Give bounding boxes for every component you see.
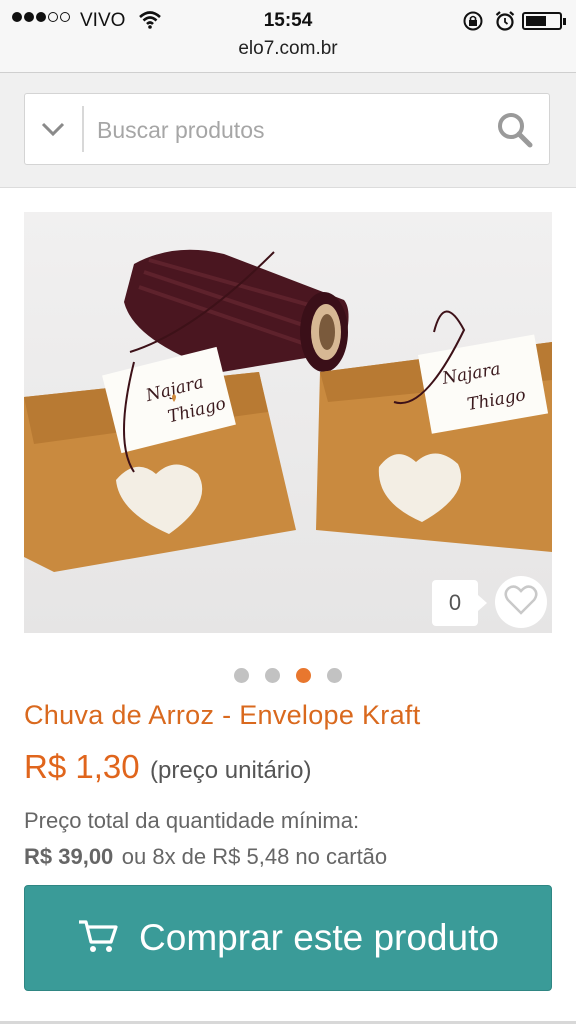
search-divider bbox=[82, 106, 84, 152]
cart-icon bbox=[77, 918, 119, 959]
minimum-quantity-label: Preço total da quantidade mínima: bbox=[24, 808, 360, 833]
status-bar: VIVO 15:54 elo7.com.br bbox=[0, 0, 576, 73]
chevron-down-icon[interactable] bbox=[39, 118, 67, 140]
carousel-dot[interactable] bbox=[265, 668, 280, 683]
installments-text: ou 8x de R$ 5,48 no cartão bbox=[121, 844, 388, 869]
like-count: 0 bbox=[432, 580, 487, 626]
rotation-lock-icon bbox=[462, 10, 484, 37]
image-carousel-dots bbox=[0, 668, 576, 683]
product-title: Chuva de Arroz - Envelope Kraft bbox=[24, 700, 421, 730]
alarm-icon bbox=[494, 10, 516, 37]
buy-button-label: Comprar este produto bbox=[139, 917, 499, 958]
status-row: VIVO 15:54 bbox=[0, 6, 576, 32]
heart-icon bbox=[504, 584, 538, 620]
total-price: R$ 39,00 bbox=[24, 844, 114, 869]
carousel-dot-active[interactable] bbox=[296, 668, 311, 683]
carousel-dot[interactable] bbox=[234, 668, 249, 683]
product-image[interactable]: Najara Thiago Najara Thiago bbox=[24, 212, 552, 633]
battery-icon bbox=[522, 12, 566, 30]
buy-product-button[interactable]: Comprar este produto bbox=[24, 885, 552, 991]
address-bar-url[interactable]: elo7.com.br bbox=[0, 38, 576, 60]
total-price-line: R$ 39,00 ou 8x de R$ 5,48 no cartão bbox=[24, 844, 387, 870]
search-box[interactable] bbox=[24, 93, 550, 165]
carousel-dot[interactable] bbox=[327, 668, 342, 683]
search-icon[interactable] bbox=[495, 110, 535, 150]
unit-price: R$ 1,30 bbox=[24, 748, 140, 785]
favorite-button[interactable] bbox=[495, 576, 547, 628]
price-line: R$ 1,30 (preço unitário) bbox=[24, 748, 311, 786]
search-input[interactable] bbox=[97, 112, 477, 148]
price-note: (preço unitário) bbox=[150, 757, 312, 784]
product-photo: Najara Thiago Najara Thiago bbox=[24, 212, 552, 633]
search-area bbox=[0, 73, 576, 188]
status-time: 15:54 bbox=[263, 10, 313, 31]
